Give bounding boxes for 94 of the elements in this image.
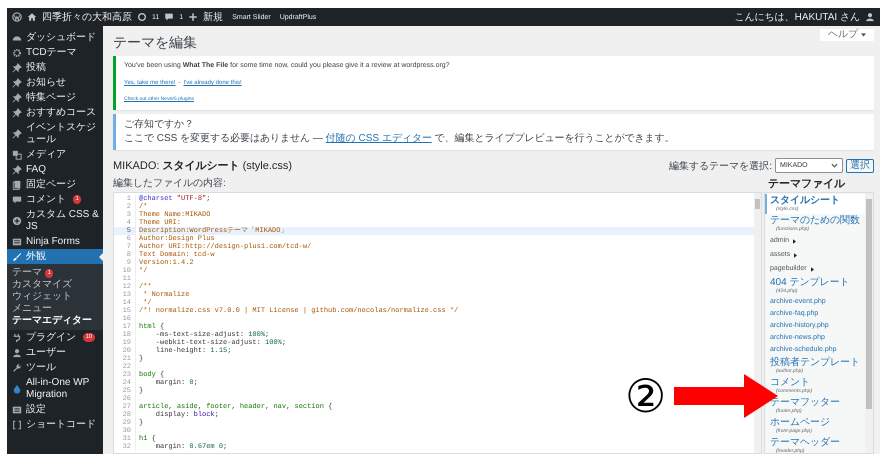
scrollbar[interactable] [865,193,873,453]
menu-label: All-in-One WP Migration [26,376,90,400]
wordpress-logo-icon[interactable] [12,12,22,22]
menu-item[interactable]: お知らせ [7,75,103,90]
menu-label: 特集ページ [26,92,76,104]
triangle-icon [810,266,814,272]
file-label: 投稿者テンプレート [770,357,861,368]
menu-label: Ninja Forms [26,236,80,248]
file-label: テーマヘッダー [770,437,841,448]
menu-item[interactable]: ユーザー [7,345,103,360]
home-icon[interactable] [27,12,37,22]
user-icon [12,348,22,358]
help-button[interactable]: ヘルプ [820,29,874,41]
menu-label: コメント [26,194,66,206]
form-icon [12,236,22,246]
menu-label: 設定 [26,404,46,416]
theme-files-heading: テーマファイル [768,177,846,191]
menu-label: ショートコード [26,418,96,430]
caret-icon [861,33,866,37]
triangle-icon [794,252,798,258]
menu-label: プラグイン [26,332,76,344]
menu-item[interactable]: Ninja Forms [7,234,103,249]
paintbrush-icon [12,252,22,262]
media-icon [12,150,22,160]
file-label: 404 テンプレート [770,277,850,288]
menu-label: FAQ [26,164,46,176]
select-button[interactable]: 選択 [846,158,874,172]
menu-label: ユーザー [26,346,66,358]
menu-item[interactable]: ダッシュボード [7,30,103,45]
submenu-item[interactable]: ウィジェット [7,291,103,303]
menu-item[interactable]: おすすめコース [7,105,103,120]
submenu-item[interactable]: メニュー [7,303,103,315]
greeting[interactable]: こんにちは、HAKUTAI さん [734,10,860,24]
menu-item[interactable]: 固定ページ [7,177,103,192]
menu-item[interactable]: メディア [7,147,103,162]
menu-item[interactable]: ショートコード [7,417,103,432]
menu-label: メディア [26,148,66,160]
submenu-item[interactable]: テーマエディター [7,315,103,327]
menu-item[interactable]: FAQ [7,162,103,177]
menu-item[interactable]: イベントスケジュール [7,120,103,147]
step-marker: ② [625,373,666,419]
menu-label: 固定ページ [26,178,76,190]
menu-item[interactable]: 外観 [7,249,103,264]
editor-label: 編集したファイルの内容: [113,178,227,190]
menu-label: おすすめコース [26,106,96,118]
pushpin-icon [12,62,22,72]
pushpin-icon [12,78,22,88]
menu-label: 外観 [26,250,46,262]
menu-label: ツール [26,362,56,374]
pushpin-icon [12,128,22,138]
code-editor[interactable] [113,192,762,454]
plus-icon[interactable] [188,12,198,22]
wrench-icon [12,362,22,372]
submenu-item[interactable]: カスタマイズ [7,279,103,291]
plus-circle-icon [12,216,22,226]
file-label: コメント [770,377,811,388]
speech-bubble-icon [12,194,22,204]
menu-label: ダッシュボード [26,32,96,44]
file-label: ホームページ [770,417,831,428]
plug-icon [12,332,22,342]
notice-title: ご存知ですか？ [124,119,195,131]
pushpin-icon [12,164,22,174]
menu-item[interactable]: カスタム CSS & JS [7,207,103,234]
menu-label: イベントスケジュール [26,122,97,146]
menu-item[interactable]: 特集ページ [7,90,103,105]
pushpin-icon [12,108,22,118]
site-name[interactable]: 四季折々の大和高原 [42,10,132,24]
comment-icon[interactable] [164,12,174,22]
new-menu[interactable]: 新規 [203,10,224,24]
menu-label: 投稿 [26,62,46,74]
brackets-icon [12,420,22,430]
menu-label: カスタム CSS & JS [26,208,100,232]
theme-select-label: 編集するテーマを選択: [669,160,772,172]
file-heading: MIKADO: スタイルシート (style.css) [113,158,292,172]
menu-item[interactable]: TCDテーマ [7,45,103,60]
notice-text: ここで CSS を変更する必要はありません — 付随の CSS エディター で、編集とライブプレビューを行うことができます。 [124,133,676,145]
menu-item[interactable]: 設定 [7,402,103,417]
gear-icon [12,48,22,58]
pages-icon [12,180,22,190]
menu-item[interactable]: All-in-One WP Migration [7,375,103,402]
file-label: スタイルシート [770,195,841,206]
page-title: テーマを編集 [113,33,197,51]
triangle-icon [793,238,796,244]
menu-item[interactable]: 投稿 [7,60,103,75]
menu-label: TCDテーマ [26,46,77,58]
pushpin-icon [12,92,22,102]
user-avatar-icon[interactable] [865,12,875,22]
css-editor-link[interactable]: 付随の CSS エディター [326,133,432,144]
scrollbar[interactable] [754,193,761,453]
chevron-icon [831,163,838,168]
file-label: テーマのための関数 [770,215,861,226]
menu-label: お知らせ [26,76,66,88]
drop-icon [12,384,22,394]
menu-item[interactable]: ツール [7,360,103,375]
